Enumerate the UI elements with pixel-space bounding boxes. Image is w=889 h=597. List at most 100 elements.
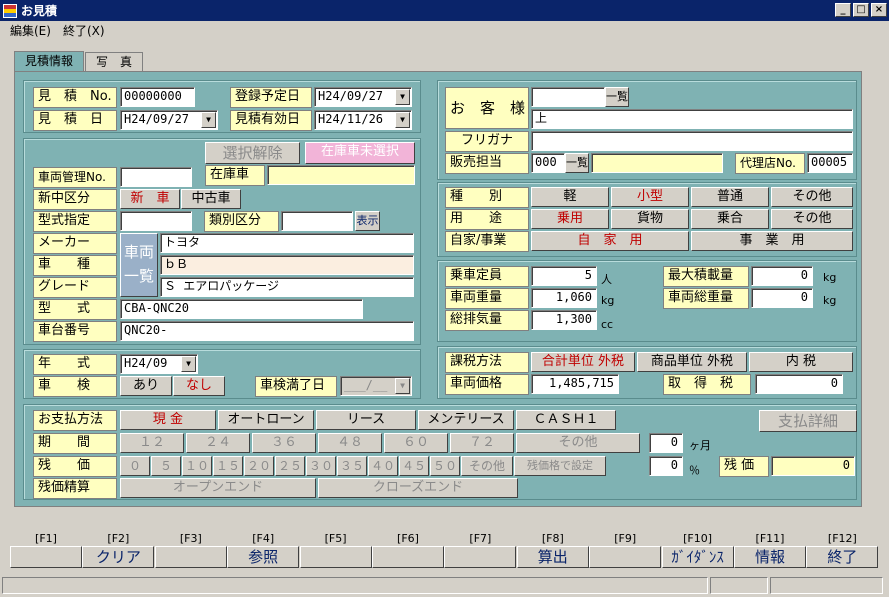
grade-field[interactable]: Ｓ エアロパッケージ — [160, 277, 414, 297]
pay-cash1-button[interactable]: ＣＡＳＨ１ — [516, 410, 616, 430]
fkey-button-f1[interactable] — [10, 546, 82, 568]
menu-exit[interactable]: 終了(X) — [63, 22, 105, 39]
used-car-button[interactable]: 中古車 — [181, 189, 241, 209]
minimize-button[interactable]: _ — [835, 3, 851, 17]
kind-other-button[interactable]: その他 — [771, 187, 853, 207]
capacity-field[interactable]: 5 — [531, 266, 597, 286]
fkey-button-f3[interactable] — [154, 546, 227, 568]
residual-option[interactable]: ０ — [120, 456, 150, 476]
fkey-button-f2[interactable]: クリア — [82, 546, 155, 568]
mgmt-no-field[interactable] — [120, 167, 192, 187]
reg-date-field[interactable]: H24/09/27 ▼ — [314, 87, 412, 107]
fkey-button-f9[interactable] — [589, 546, 662, 568]
residual-option[interactable]: ５０ — [430, 456, 460, 476]
fkey-button-f8[interactable]: 算出 — [516, 546, 589, 568]
frame-field[interactable]: QNC20- — [120, 321, 414, 341]
tax-item-exclusive-button[interactable]: 商品単位 外税 — [637, 352, 747, 372]
maximize-button[interactable]: □ — [853, 3, 869, 17]
fkey-button-f11[interactable]: 情報 — [734, 546, 806, 568]
acq-tax-field[interactable]: 0 — [755, 374, 843, 394]
fkey-button-f12[interactable]: 終了 — [806, 546, 879, 568]
year-field[interactable]: H24/09 ▼ — [120, 354, 198, 374]
residual-option[interactable]: ４５ — [399, 456, 429, 476]
period-option[interactable]: １２ — [120, 433, 184, 453]
period-option[interactable]: ４８ — [318, 433, 382, 453]
fkey-button-f6[interactable] — [372, 546, 444, 568]
stock-field[interactable] — [267, 165, 415, 185]
tax-total-exclusive-button[interactable]: 合計単位 外税 — [531, 352, 635, 372]
use-bus-button[interactable]: 乗合 — [691, 209, 769, 229]
residual-pct-field[interactable]: 0 — [649, 456, 683, 476]
estimate-no-field[interactable]: 00000000 — [120, 87, 195, 107]
price-field[interactable]: 1,485,715 — [531, 374, 619, 394]
period-option[interactable]: ２４ — [186, 433, 250, 453]
car-field[interactable]: ｂＢ — [160, 255, 414, 275]
chevron-down-icon[interactable]: ▼ — [395, 89, 410, 105]
residual-option[interactable]: １５ — [213, 456, 243, 476]
type-field[interactable]: CBA-QNC20 — [120, 299, 363, 319]
agent-field[interactable]: 00005 — [807, 153, 853, 173]
residual-option[interactable]: １０ — [182, 456, 212, 476]
staff-list-button[interactable]: 一覧 — [565, 153, 589, 173]
gross-weight-field[interactable]: 0 — [751, 288, 813, 308]
fkey-button-f5[interactable] — [299, 546, 372, 568]
valid-date-field[interactable]: H24/11/26 ▼ — [314, 110, 412, 130]
tab-estimate-info[interactable]: 見積情報 — [14, 51, 85, 72]
customer-code-field[interactable] — [531, 87, 605, 107]
business-use-button[interactable]: 事 業 用 — [691, 231, 853, 251]
show-button[interactable]: 表示 — [355, 211, 380, 231]
kind-small-button[interactable]: 小型 — [611, 187, 689, 207]
use-cargo-button[interactable]: 貨物 — [611, 209, 689, 229]
fkey-button-f10[interactable]: ｶﾞｲﾀﾞﾝｽ — [661, 546, 734, 568]
period-option[interactable]: ３６ — [252, 433, 316, 453]
shaken-yes-button[interactable]: あり — [120, 376, 172, 396]
pay-maintenance-lease-button[interactable]: メンテリース — [418, 410, 514, 430]
staff-name-field[interactable] — [591, 153, 723, 173]
expiry-field[interactable]: ___/__ ▼ — [340, 376, 412, 396]
pay-cash-button[interactable]: 現 金 — [120, 410, 216, 430]
residual-option[interactable]: ２５ — [275, 456, 305, 476]
weight-field[interactable]: 1,060 — [531, 288, 597, 308]
residual-option[interactable]: ３５ — [337, 456, 367, 476]
chevron-down-icon[interactable]: ▼ — [395, 378, 410, 394]
closed-end-button[interactable]: クローズエンド — [318, 478, 518, 498]
residual-option[interactable]: ２０ — [244, 456, 274, 476]
close-button[interactable]: × — [871, 3, 887, 17]
residual-option[interactable]: その他 — [461, 456, 513, 476]
model-field[interactable] — [120, 211, 192, 231]
tax-inclusive-button[interactable]: 内 税 — [749, 352, 853, 372]
private-use-button[interactable]: 自 家 用 — [531, 231, 689, 251]
period-option[interactable]: ７２ — [450, 433, 514, 453]
stock-unselected-button[interactable]: 在庫車未選択 — [305, 142, 415, 164]
chevron-down-icon[interactable]: ▼ — [395, 112, 410, 128]
use-passenger-button[interactable]: 乗用 — [531, 209, 609, 229]
period-field[interactable]: 0 — [649, 433, 683, 453]
maxload-field[interactable]: 0 — [751, 266, 813, 286]
payment-detail-button[interactable]: 支払詳細 — [759, 410, 857, 432]
use-other-button[interactable]: その他 — [771, 209, 853, 229]
kana-field[interactable] — [531, 131, 853, 151]
residual-option[interactable]: ４０ — [368, 456, 398, 476]
tab-photo[interactable]: 写 真 — [85, 52, 144, 72]
pay-lease-button[interactable]: リース — [316, 410, 416, 430]
open-end-button[interactable]: オープンエンド — [120, 478, 316, 498]
fkey-button-f4[interactable]: 参照 — [227, 546, 300, 568]
class-field[interactable] — [281, 211, 353, 231]
customer-list-button[interactable]: 一覧 — [605, 87, 629, 107]
new-car-button[interactable]: 新 車 — [120, 189, 180, 209]
pay-autoloan-button[interactable]: オートローン — [218, 410, 314, 430]
clear-selection-button[interactable]: 選択解除 — [205, 142, 300, 164]
fkey-button-f7[interactable] — [444, 546, 517, 568]
displacement-field[interactable]: 1,300 — [531, 310, 597, 330]
residual-option[interactable]: ５ — [151, 456, 181, 476]
chevron-down-icon[interactable]: ▼ — [181, 356, 196, 372]
staff-code-field[interactable]: 000 — [531, 153, 565, 173]
estimate-date-field[interactable]: H24/09/27 ▼ — [120, 110, 218, 130]
residual-option[interactable]: 残価格で設定 — [514, 456, 606, 476]
residual-value-field[interactable]: 0 — [771, 456, 855, 476]
vehicle-list-button[interactable]: 車両一覧 — [120, 233, 158, 297]
residual-option[interactable]: ３０ — [306, 456, 336, 476]
period-option[interactable]: その他 — [516, 433, 640, 453]
kind-normal-button[interactable]: 普通 — [691, 187, 769, 207]
period-option[interactable]: ６０ — [384, 433, 448, 453]
